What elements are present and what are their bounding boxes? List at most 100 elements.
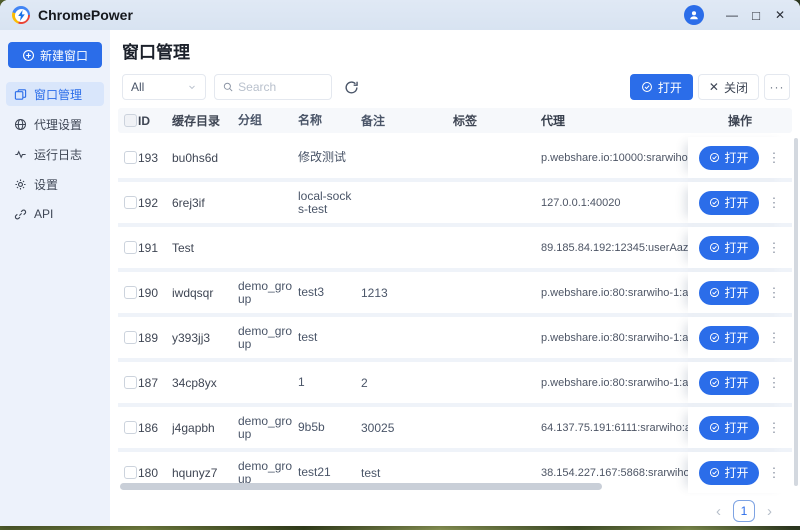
main-content: 窗口管理 All [110,30,800,526]
row-checkbox-cell [118,286,138,299]
sidebar-item-window-management[interactable]: 窗口管理 [6,82,104,106]
cell-operation: 打开 ⋮ [688,182,792,223]
row-open-label: 打开 [724,149,748,166]
page-title: 窗口管理 [122,38,800,64]
row-checkbox[interactable] [124,196,137,209]
cell-id: 191 [138,241,172,255]
open-icon [709,422,720,433]
sidebar-item-label: 窗口管理 [34,86,82,103]
column-header-cache-dir: 缓存目录 [172,112,238,129]
row-checkbox-cell [118,376,138,389]
cell-group: demo_group [238,415,298,441]
cell-name: test21 [298,466,361,479]
row-open-label: 打开 [724,374,748,391]
pagination: ‹ 1 › [110,496,800,526]
app-logo-icon [12,6,30,24]
row-more-button[interactable]: ⋮ [768,151,781,164]
sidebar-item-api[interactable]: API [6,202,104,226]
row-more-button[interactable]: ⋮ [768,241,781,254]
row-open-button[interactable]: 打开 [699,461,758,485]
header-checkbox-cell [118,114,138,127]
sidebar-item-label: 运行日志 [34,146,82,163]
sidebar-item-proxy-settings[interactable]: 代理设置 [6,112,104,136]
cell-operation: 打开 ⋮ [688,362,792,403]
row-open-button[interactable]: 打开 [699,371,758,395]
titlebar: ChromePower — □ ✕ [0,0,800,30]
row-checkbox[interactable] [124,151,137,164]
minimize-button[interactable]: — [720,4,744,26]
column-header-proxy: 代理 [541,112,688,129]
cell-name: local-socks-test [298,190,361,216]
row-checkbox[interactable] [124,376,137,389]
table-row: 192 6rej3if local-socks-test 127.0.0.1:4… [118,182,792,223]
refresh-button[interactable] [344,80,359,95]
row-more-button[interactable]: ⋮ [768,466,781,479]
close-x-icon: ✕ [709,80,719,94]
row-checkbox[interactable] [124,421,137,434]
row-checkbox-cell [118,196,138,209]
more-actions-button[interactable]: ··· [764,74,790,100]
lightning-icon [15,9,28,22]
cell-group: demo_group [238,325,298,351]
select-all-checkbox[interactable] [124,114,137,127]
close-button[interactable]: ✕ [768,4,792,26]
row-open-button[interactable]: 打开 [699,281,758,305]
pagination-next-button[interactable]: › [767,504,772,519]
horizontal-scrollbar[interactable] [120,483,602,490]
cell-cache-dir: 6rej3if [172,196,238,210]
cell-id: 187 [138,376,172,390]
bulk-actions: 打开 ✕ 关闭 ··· [630,74,790,100]
column-header-tags: 标签 [453,112,541,129]
row-open-button[interactable]: 打开 [699,191,758,215]
pagination-page-1[interactable]: 1 [733,500,755,522]
cell-name: 1 [298,376,361,389]
row-open-button[interactable]: 打开 [699,326,758,350]
vertical-scrollbar[interactable] [794,138,798,486]
column-header-operation: 操作 [688,108,792,133]
sidebar: 新建窗口 窗口管理 代理设置 [0,30,110,526]
cell-cache-dir: y393jj3 [172,331,238,345]
cell-operation: 打开 ⋮ [688,452,792,493]
row-more-button[interactable]: ⋮ [768,286,781,299]
sidebar-item-settings[interactable]: 设置 [6,172,104,196]
cell-remark: 2 [361,376,453,390]
open-icon [709,467,720,478]
cell-cache-dir: iwdqsqr [172,286,238,300]
cell-id: 193 [138,151,172,165]
sidebar-item-run-logs[interactable]: 运行日志 [6,142,104,166]
cell-operation: 打开 ⋮ [688,137,792,178]
row-checkbox-cell [118,241,138,254]
maximize-button[interactable]: □ [744,4,768,26]
cell-id: 192 [138,196,172,210]
window-table: ID 缓存目录 分组 名称 备注 标签 代理 操作 193 bu0hs6 [118,108,792,496]
row-open-label: 打开 [724,239,748,256]
row-more-button[interactable]: ⋮ [768,376,781,389]
cell-operation: 打开 ⋮ [688,317,792,358]
row-more-button[interactable]: ⋮ [768,196,781,209]
bulk-close-button[interactable]: ✕ 关闭 [698,74,759,100]
open-icon [709,287,720,298]
row-open-button[interactable]: 打开 [699,236,758,260]
search-input[interactable] [238,80,323,94]
table-row: 191 Test 89.185.84.192:12345:userAazd312… [118,227,792,268]
row-more-button[interactable]: ⋮ [768,331,781,344]
row-checkbox[interactable] [124,286,137,299]
row-open-button[interactable]: 打开 [699,146,758,170]
gear-icon [14,178,27,191]
row-checkbox[interactable] [124,466,137,479]
sidebar-item-label: 代理设置 [34,116,82,133]
open-icon [709,242,720,253]
row-checkbox[interactable] [124,331,137,344]
pagination-prev-button[interactable]: ‹ [716,504,721,519]
table-header-row: ID 缓存目录 分组 名称 备注 标签 代理 操作 [118,108,792,133]
user-avatar[interactable] [684,5,704,25]
row-more-button[interactable]: ⋮ [768,421,781,434]
group-filter-select[interactable]: All [122,74,206,100]
bulk-open-button[interactable]: 打开 [630,74,693,100]
new-window-button[interactable]: 新建窗口 [8,42,102,68]
cell-proxy: 64.137.75.191:6111:srarwiho:atonupx [541,422,688,434]
row-checkbox[interactable] [124,241,137,254]
cell-name: test [298,331,361,344]
row-open-button[interactable]: 打开 [699,416,758,440]
row-checkbox-cell [118,331,138,344]
